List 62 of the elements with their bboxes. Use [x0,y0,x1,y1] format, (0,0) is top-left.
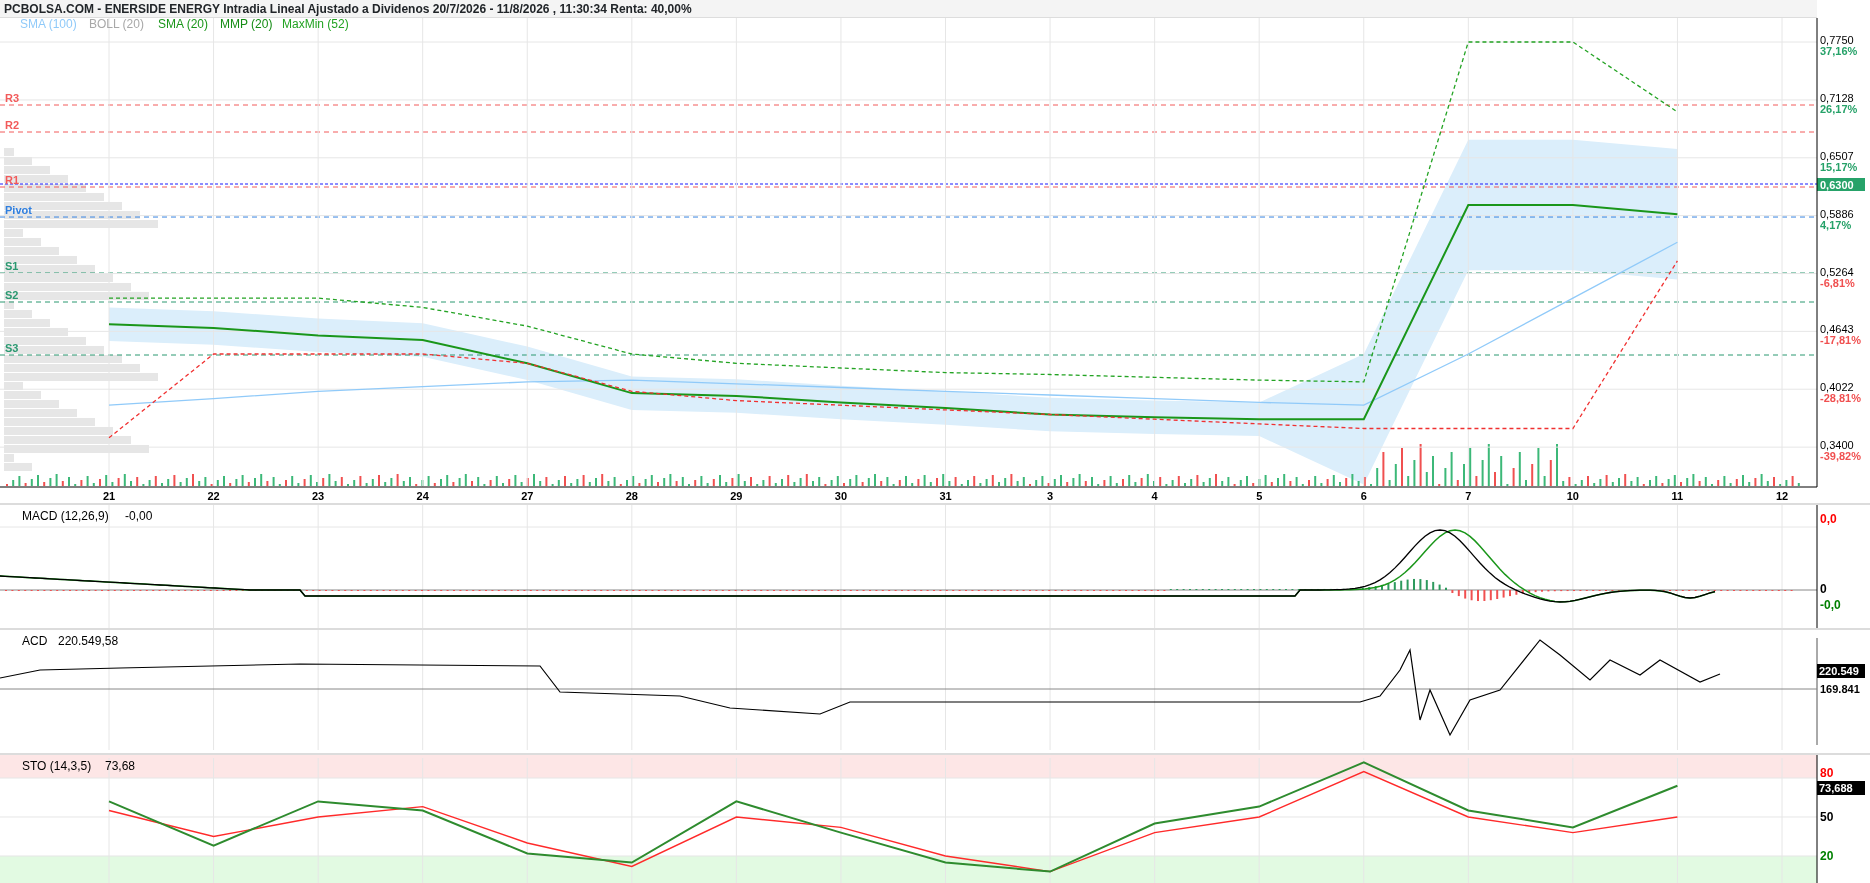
legend-label: MaxMin (52) [282,18,349,31]
pivot-label: S3 [5,342,19,354]
axis-label: 3 [1047,490,1054,502]
axis-label: 24 [416,490,429,502]
indicator-title: STO (14,3,5) [22,759,92,773]
axis-label: 80 [1820,766,1834,780]
axis-label: 4 [1151,490,1158,502]
axis-label: 0,7128 [1820,91,1854,104]
axis-label: 20 [1820,848,1834,863]
axis-label: 10 [1566,490,1579,502]
legend-label: BOLL (20) [89,18,144,31]
indicator-title: MACD (12,26,9) [22,509,109,523]
price-badge: 0,6300 [1817,178,1865,191]
axis-label: 30 [834,490,848,502]
legend-label: MMP (20) [220,18,273,31]
axis-label: 29 [730,490,743,502]
axis-label: 28 [625,490,638,502]
chart-title: PCBOLSA.COM - ENERSIDE ENERGY Intradia Lineal Ajustado a Dividenos 20/7/2026 - 11/8/2026 , 11:30:34 Renta: 40,00% [4,2,692,16]
legend-label: SMA (20) [158,18,208,31]
axis-label: 169.841 [1820,683,1860,695]
return-label: 26,17% [1820,102,1858,115]
axis-label: 0,7750 [1820,34,1854,47]
indicator-value: 73,68 [105,759,136,773]
return-label: -6,81% [1820,276,1855,289]
axis-label: 0,0 [1820,512,1837,526]
axis-label: 31 [939,490,952,502]
axis-label: 27 [521,490,534,502]
value-badge: 220.549 [1817,664,1865,678]
axis-label: 50 [1820,810,1834,824]
indicator-title: ACD [22,634,48,648]
return-label: -28,81% [1820,392,1861,405]
axis-label: 23 [312,490,325,502]
pivot-label: R1 [5,174,20,186]
axis-label: 21 [102,490,116,502]
return-label: 37,16% [1820,45,1858,58]
axis-label: 22 [207,490,220,502]
pivot-label: R2 [5,119,20,131]
pivot-label: R3 [5,92,20,104]
pivot-label: S1 [5,260,19,272]
axis-label: 0,5886 [1820,207,1854,220]
axis-label: 0,3400 [1820,439,1854,452]
axis-label: 0,6507 [1820,149,1854,162]
value-badge: 73,688 [1817,781,1865,795]
return-label: -39,82% [1820,450,1861,463]
axis-label: 7 [1465,490,1472,502]
axis-label: 0 [1820,582,1827,596]
return-label: 15,17% [1820,160,1858,173]
return-label: -17,81% [1820,334,1861,347]
indicator-value: -0,00 [125,509,153,523]
pivot-label: S2 [5,289,19,301]
axis-label: 0,4643 [1820,323,1854,336]
legend-label: SMA (100) [20,18,77,31]
axis-label: -0,0 [1820,598,1841,612]
axis-label: 6 [1360,490,1367,502]
axis-label: 0,4022 [1820,381,1854,394]
axis-label: 5 [1256,490,1263,502]
axis-label: 0,5264 [1820,265,1854,278]
axis-label: 11 [1671,490,1684,502]
indicator-value: 220.549,58 [58,634,119,648]
axis-label: 12 [1775,490,1789,502]
pivot-label: Pivot [5,204,32,216]
return-label: 4,17% [1820,218,1852,231]
